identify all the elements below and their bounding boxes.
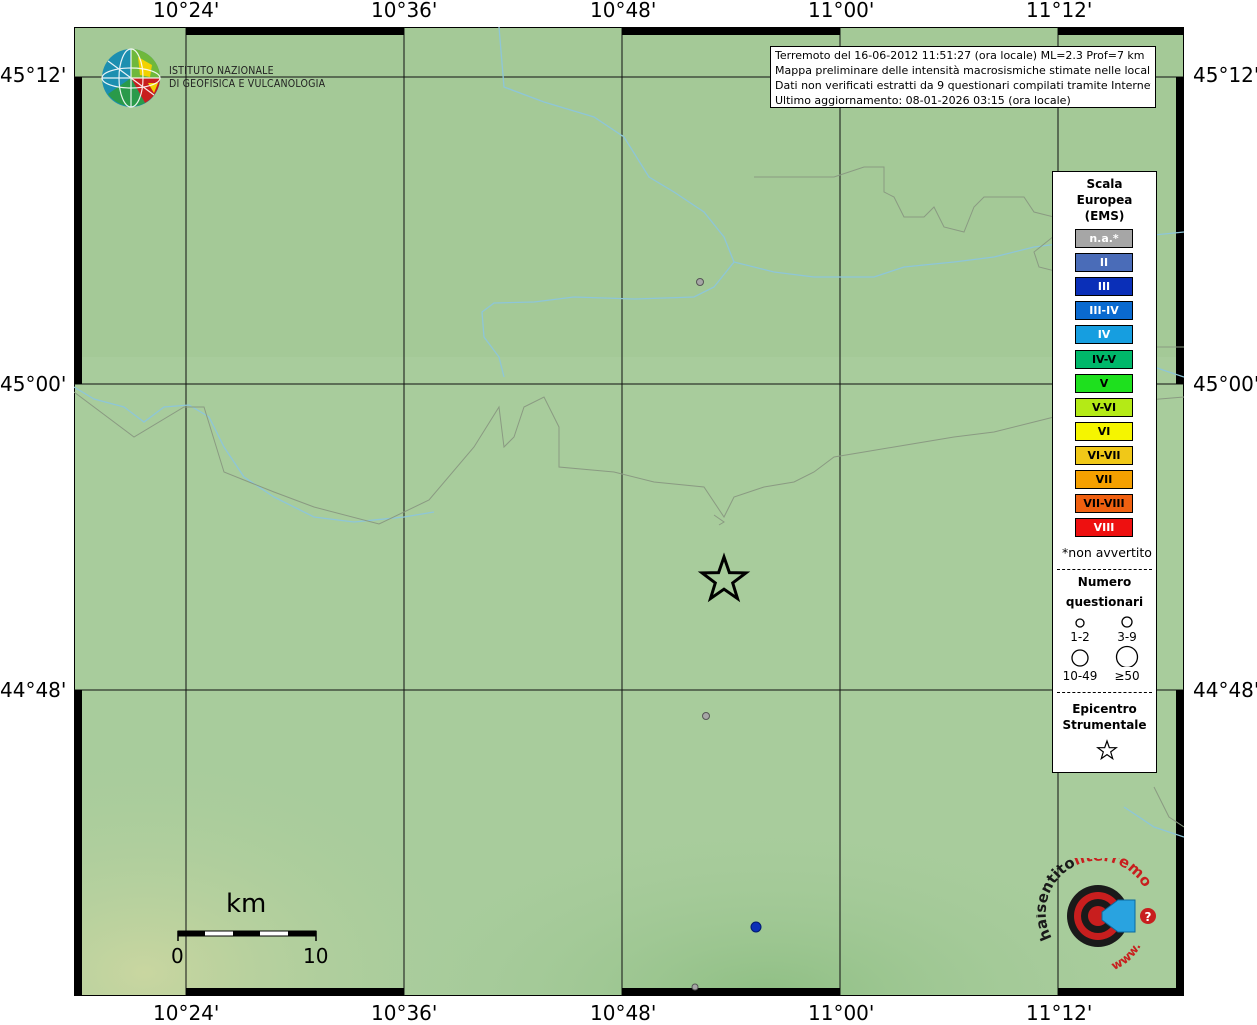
x-label-bottom-4: 11°00' — [808, 1001, 875, 1025]
size-label-10-49: 10-49 — [1062, 669, 1098, 683]
y-label-left-3: 44°48' — [0, 678, 67, 702]
size-symbol-50 — [1115, 645, 1139, 667]
locality-na-3 — [691, 983, 699, 991]
epicenter-title-2: Strumentale — [1062, 718, 1147, 732]
x-label-bottom-3: 10°48' — [590, 1001, 657, 1025]
legend-separator-2 — [1057, 692, 1152, 693]
y-label-right-1: 45°12' — [1193, 63, 1257, 87]
x-label-bottom-5: 11°12' — [1026, 1001, 1093, 1025]
ems-class-vii: VII — [1075, 470, 1133, 489]
ems-class-vi-vii: VI-VII — [1075, 445, 1133, 465]
hai-sentito-logo: ? haisentitoilterremoto.it www. — [1031, 844, 1162, 978]
ems-class-v-vi: V-VI — [1075, 397, 1133, 417]
ems-class-v: V — [1075, 373, 1133, 393]
epicenter-star-icon — [1096, 739, 1118, 761]
locality-na-1 — [696, 278, 704, 286]
count-title-2: questionari — [1065, 595, 1144, 609]
scale-bar-start: 0 — [171, 944, 184, 968]
y-label-right-3: 44°48' — [1193, 678, 1257, 702]
y-label-left-2: 45°00' — [0, 372, 67, 396]
size-symbol-3-9 — [1121, 616, 1133, 628]
ems-class-iii-iv: III-IV — [1075, 301, 1133, 321]
ems-class-viii: VIII — [1075, 518, 1133, 538]
event-info-line-1: Terremoto del 16-06-2012 11:51:27 (ora l… — [775, 49, 1145, 62]
hai-sentito-logo-graphic: ? haisentitoilterremoto.it www. — [1031, 844, 1156, 973]
ems-class-iv-v: IV-V — [1075, 349, 1133, 369]
size-label-50: ≥50 — [1114, 669, 1140, 683]
x-label-top-3: 10°48' — [590, 0, 657, 22]
x-label-top-2: 10°36' — [371, 0, 438, 22]
ems-class-ii: II — [1075, 253, 1133, 273]
y-label-right-2: 45°00' — [1193, 372, 1257, 396]
ems-class-iv: IV — [1075, 325, 1133, 345]
y-label-left-1: 45°12' — [0, 63, 67, 87]
institute-name-1: ISTITUTO NAZIONALE — [169, 65, 274, 77]
x-label-top-4: 11°00' — [808, 0, 875, 22]
size-symbol-1-2 — [1075, 618, 1085, 628]
locality-na-2 — [702, 712, 710, 720]
x-label-top-1: 10°24' — [153, 0, 220, 22]
x-label-top-5: 11°12' — [1026, 0, 1093, 22]
event-info-box: Terremoto del 16-06-2012 11:51:27 (ora l… — [770, 46, 1156, 108]
locality-intensity-iii — [750, 921, 762, 933]
svg-text:?: ? — [1145, 910, 1152, 924]
institute-name-2: DI GEOFISICA E VULCANOLOGIA — [169, 78, 326, 90]
event-info-line-4: Ultimo aggiornamento: 08-01-2026 03:15 (… — [775, 94, 1071, 107]
size-label-3-9: 3-9 — [1117, 630, 1137, 644]
scale-bar-end: 10 — [303, 944, 329, 968]
legend-title-3: (EMS) — [1084, 209, 1125, 223]
ems-class-vii-viii: VII-VIII — [1075, 494, 1133, 514]
event-info-line-3: Dati non verificati estratti da 9 questi… — [775, 79, 1151, 92]
size-label-1-2: 1-2 — [1070, 630, 1090, 644]
x-label-bottom-2: 10°36' — [371, 1001, 438, 1025]
logo-text-www: www. — [1109, 940, 1144, 973]
epicenter-title-1: Epicentro — [1072, 702, 1137, 716]
ingv-logo — [100, 47, 164, 109]
legend-title-2: Europea — [1076, 193, 1133, 207]
globe-icon — [101, 48, 161, 108]
map-area[interactable] — [73, 26, 1185, 996]
size-symbol-10-49 — [1071, 649, 1089, 667]
legend-panel: Scala Europea (EMS) n.a.* II III III-IV IV IV… — [1052, 171, 1157, 773]
event-info-line-2: Mappa preliminare delle intensità macros… — [775, 64, 1151, 77]
ems-class-iii: III — [1075, 277, 1133, 297]
x-label-bottom-1: 10°24' — [153, 1001, 220, 1025]
ems-class-n-a: n.a.* — [1075, 229, 1133, 248]
ems-class-vi: VI — [1075, 421, 1133, 441]
not-felt-note: *non avvertito — [1062, 545, 1152, 560]
scale-bar-unit: km — [226, 889, 267, 919]
map-svg — [73, 26, 1185, 996]
legend-separator-1 — [1057, 569, 1152, 570]
count-title-1: Numero — [1077, 575, 1132, 589]
legend-title-1: Scala — [1086, 177, 1123, 191]
